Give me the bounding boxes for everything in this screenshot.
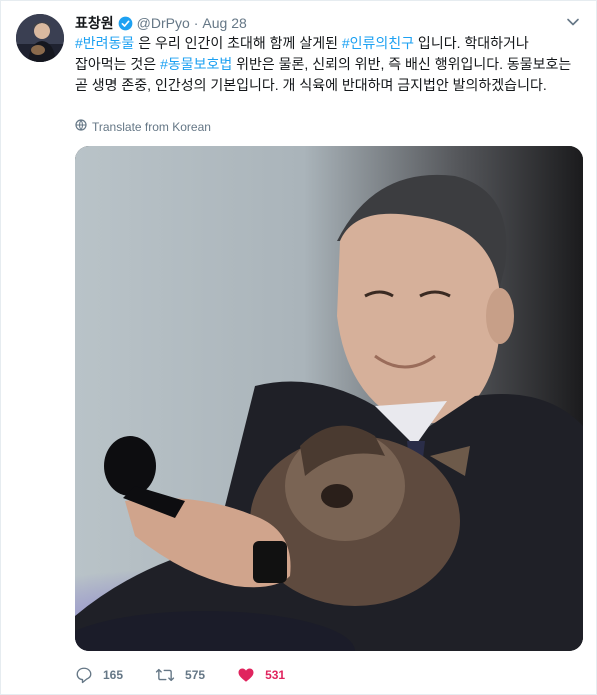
retweet-icon bbox=[155, 666, 175, 684]
avatar[interactable] bbox=[16, 14, 64, 62]
reply-button[interactable]: 165 bbox=[75, 666, 123, 684]
chevron-down-icon[interactable] bbox=[566, 15, 580, 29]
author-handle[interactable]: @DrPyo bbox=[137, 15, 190, 31]
author-name[interactable]: 표창원 bbox=[75, 13, 114, 33]
tweet-text: #반려동물 은 우리 인간이 초대해 함께 살게된 #인류의친구 입니다. 학대… bbox=[75, 33, 583, 96]
verified-badge-icon bbox=[118, 16, 133, 31]
like-button[interactable]: 531 bbox=[237, 666, 285, 684]
retweet-count: 575 bbox=[185, 668, 206, 682]
tweet-actions: 165 575 531 bbox=[75, 664, 317, 686]
heart-icon bbox=[237, 666, 255, 684]
hashtag-link[interactable]: #인류의친구 bbox=[342, 35, 414, 51]
tweet-header: 표창원 @DrPyo · Aug 28 bbox=[75, 13, 247, 33]
separator-dot: · bbox=[193, 15, 199, 31]
hashtag-link[interactable]: #반려동물 bbox=[75, 35, 134, 51]
globe-icon bbox=[75, 119, 87, 134]
hashtag-link[interactable]: #동물보호법 bbox=[160, 56, 232, 72]
reply-count: 165 bbox=[103, 668, 124, 682]
reply-icon bbox=[75, 666, 93, 684]
translate-link[interactable]: Translate from Korean bbox=[75, 119, 211, 134]
translate-label: Translate from Korean bbox=[92, 119, 211, 134]
tweet-date[interactable]: Aug 28 bbox=[202, 15, 246, 31]
like-count: 531 bbox=[265, 668, 286, 682]
tweet-photo[interactable] bbox=[75, 146, 583, 651]
tweet-text-segment: 은 우리 인간이 초대해 함께 살게된 bbox=[134, 35, 342, 51]
tweet-card: 표창원 @DrPyo · Aug 28 #반려동물 은 우리 인간이 초대해 함… bbox=[0, 0, 597, 695]
retweet-button[interactable]: 575 bbox=[155, 666, 205, 684]
